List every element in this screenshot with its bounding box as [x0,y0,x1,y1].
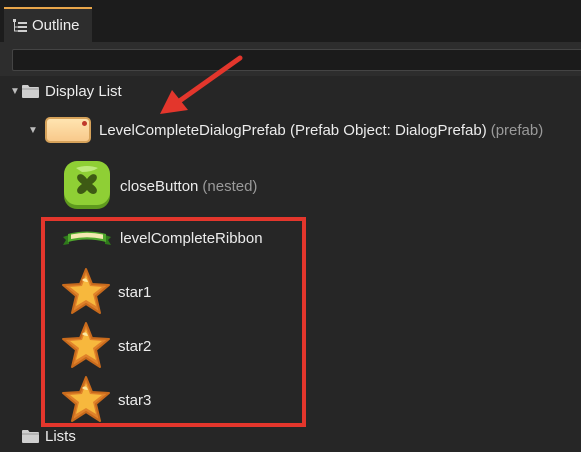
tree-label-close-button: closeButton [120,177,199,195]
tree-label-prefab: LevelCompleteDialogPrefab (Prefab Object… [99,121,487,139]
tree-row-prefab[interactable]: ▼ LevelCompleteDialogPrefab (Prefab Obje… [28,116,543,144]
expand-toggle[interactable]: ▼ [28,125,45,136]
annotation-arrow [160,55,243,114]
filter-input[interactable] [12,49,581,71]
tree-label-display-list: Display List [45,82,122,100]
tree-label-lists: Lists [45,427,76,445]
outline-icon [13,18,27,32]
tree-row-lists[interactable]: Lists [22,426,76,446]
prefab-thumbnail-icon [45,117,91,143]
folder-icon [22,430,39,443]
outline-toolbar [0,42,581,76]
tab-label: Outline [32,17,80,34]
tree-row-display-list[interactable]: ▼ Display List [10,81,122,101]
tree-tag-prefab: (prefab) [490,121,544,139]
expand-toggle[interactable]: ▼ [10,86,22,97]
tree-tag-close-button: (nested) [202,177,258,195]
folder-icon [22,85,39,98]
close-button-icon [64,161,110,209]
tab-outline[interactable]: Outline [4,7,92,42]
tab-bar: Outline [0,0,581,42]
annotation-highlight-box [41,217,306,427]
tree-row-close-button[interactable]: closeButton (nested) [62,160,257,212]
